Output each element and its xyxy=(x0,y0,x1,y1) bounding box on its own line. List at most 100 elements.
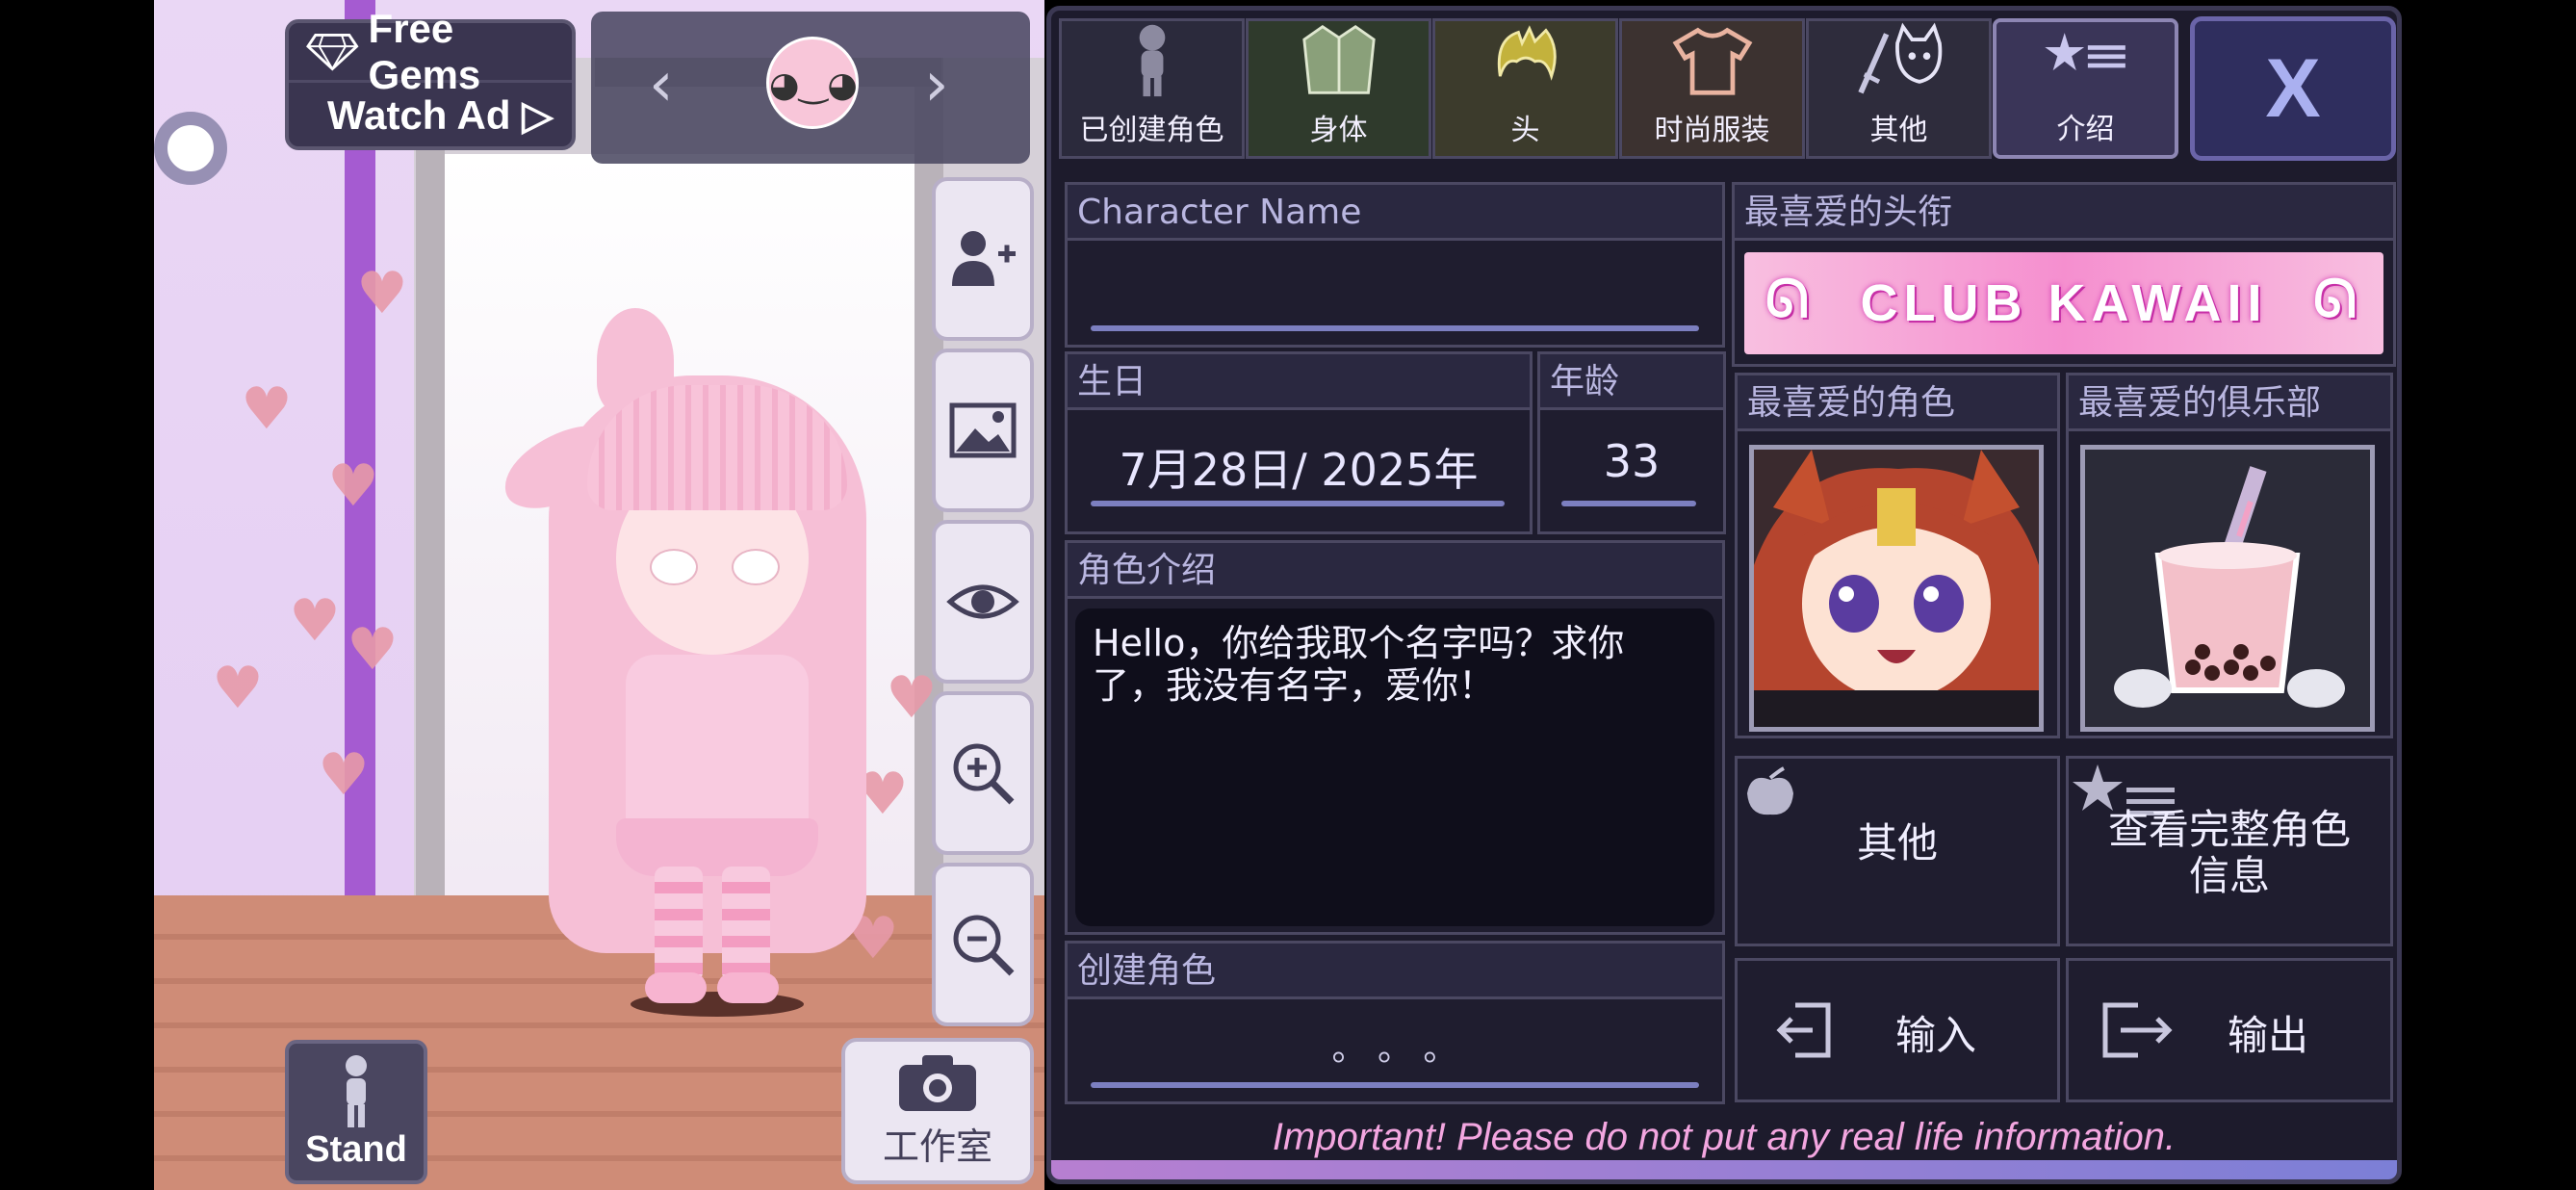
other-label: 其他 xyxy=(1856,819,1938,867)
export-button[interactable]: 输出 xyxy=(2066,958,2393,1102)
tab-other[interactable]: 其他 xyxy=(1806,18,1992,159)
tab-fashion[interactable]: 时尚服装 xyxy=(1619,18,1805,159)
free-gems-label: Free Gems xyxy=(368,5,481,97)
privacy-warning: Important! Please do not put any real li… xyxy=(1272,1116,2177,1158)
input-underline xyxy=(1561,501,1696,506)
age-value[interactable]: 33 xyxy=(1540,435,1723,487)
club-kawaii-banner[interactable]: ᘏ CLUB KAWAII ᘏ xyxy=(1744,252,2383,354)
tab-label: 身体 xyxy=(1309,114,1368,147)
full-info-label: 查看完整角色信息 xyxy=(2107,806,2351,899)
other-button[interactable]: 其他 xyxy=(1735,756,2060,946)
full-info-button[interactable]: 查看完整角色信息 xyxy=(2066,756,2393,946)
character-name-input[interactable] xyxy=(1068,252,1722,310)
favorite-character-label: 最喜爱的角色 xyxy=(1738,375,2057,431)
favorite-club-label: 最喜爱的俱乐部 xyxy=(2069,375,2390,431)
favorite-club-section: 最喜爱的俱乐部 xyxy=(2066,373,2393,738)
hair-icon xyxy=(1497,25,1557,81)
age-label: 年龄 xyxy=(1540,354,1723,410)
character-shoe-left xyxy=(645,972,707,1003)
input-underline xyxy=(1091,1082,1699,1088)
birthday-value[interactable]: 7月28日/ 2025年 xyxy=(1068,435,1530,499)
current-character-avatar[interactable]: ◕‿◕ xyxy=(766,37,859,129)
favorite-character-portrait[interactable] xyxy=(1749,445,2044,732)
sword-cat-icon xyxy=(1857,22,1942,94)
heart-decoration: ♥ xyxy=(241,375,293,443)
zoom-in-button[interactable] xyxy=(932,691,1034,855)
character-eye-left xyxy=(650,549,698,585)
stand-pose-button[interactable]: Stand xyxy=(285,1040,427,1184)
bunny-icon: ᘏ xyxy=(2313,271,2362,328)
stand-label: Stand xyxy=(305,1129,407,1170)
heart-decoration: ♥ xyxy=(327,453,379,520)
background-button[interactable] xyxy=(932,349,1034,512)
birthday-label: 生日 xyxy=(1068,354,1530,410)
fox-girl-portrait-image xyxy=(1754,450,2039,727)
created-section: 创建角色 。 。 。 xyxy=(1065,941,1725,1104)
add-character-button[interactable] xyxy=(932,177,1034,341)
character-scene: ♥ ♥ ♥ ♥ ♥ ♥ ♥ ♥ ♥ ♥ ♥ ♥ xyxy=(154,0,1044,1190)
heart-decoration: ♥ xyxy=(347,616,399,684)
export-label: 输出 xyxy=(2227,1012,2308,1059)
bio-label: 角色介绍 xyxy=(1068,543,1722,599)
studio-label: 工作室 xyxy=(882,1125,992,1168)
tab-bar: 已创建角色 身体 头 时尚服装 其他 介绍 xyxy=(1059,18,2179,159)
previous-character-arrow-icon[interactable]: ‹ xyxy=(649,46,674,123)
tab-label: 头 xyxy=(1510,114,1540,147)
bubble-tea-icon xyxy=(2085,450,2370,727)
tab-label: 时尚服装 xyxy=(1654,114,1770,147)
tab-saved-characters[interactable]: 已创建角色 xyxy=(1059,18,1245,159)
tab-profile[interactable]: 介绍 xyxy=(1993,18,2178,159)
character-leg-right xyxy=(722,867,770,982)
close-icon: X xyxy=(2265,41,2321,135)
tab-label: 其他 xyxy=(1869,114,1928,147)
watch-ad-row[interactable]: Watch Ad ▷ xyxy=(289,83,572,146)
toggle-visibility-button[interactable] xyxy=(932,520,1034,684)
bio-section: 角色介绍 Hello，你给我取个名字吗？求你了，我没有名字，爱你！ xyxy=(1065,540,1725,935)
add-person-icon xyxy=(952,231,1016,286)
tab-head[interactable]: 头 xyxy=(1432,18,1618,159)
bio-textarea[interactable]: Hello，你给我取个名字吗？求你了，我没有名字，爱你！ xyxy=(1075,608,1714,926)
close-button[interactable]: X xyxy=(2190,16,2396,161)
profile-panel: 已创建角色 身体 头 时尚服装 其他 介绍 X Character Name 生… xyxy=(1046,6,2402,1184)
eye-icon xyxy=(946,584,1019,619)
age-section: 年龄 33 xyxy=(1537,351,1726,534)
zoom-in-icon xyxy=(953,743,1015,805)
pose-figure-icon xyxy=(346,1055,367,1127)
heart-decoration: ♥ xyxy=(356,260,408,327)
favorite-character-section: 最喜爱的角色 xyxy=(1735,373,2060,738)
character-leg-left xyxy=(655,867,703,982)
character-skirt xyxy=(616,818,818,876)
image-icon xyxy=(949,402,1017,458)
input-underline xyxy=(1091,325,1699,331)
character-name-section: Character Name xyxy=(1065,182,1725,348)
camera-icon xyxy=(899,1054,976,1111)
heart-decoration: ♥ xyxy=(289,587,341,655)
door-frame-left xyxy=(416,144,445,944)
tab-label: 已创建角色 xyxy=(1079,114,1224,147)
tab-label: 介绍 xyxy=(2056,113,2115,146)
character-avatar[interactable] xyxy=(492,308,914,1021)
letterbox-right xyxy=(2422,0,2576,1190)
character-shoe-right xyxy=(717,972,779,1003)
panel-bottom-strip xyxy=(1051,1160,2397,1179)
import-label: 输入 xyxy=(1894,1012,1976,1059)
record-button[interactable] xyxy=(154,112,227,185)
tab-body[interactable]: 身体 xyxy=(1246,18,1431,159)
jacket-icon xyxy=(1301,24,1376,94)
favorite-club-image[interactable] xyxy=(2080,445,2375,732)
input-underline xyxy=(1091,501,1505,506)
next-character-arrow-icon[interactable]: › xyxy=(924,46,949,123)
free-gems-row[interactable]: Free Gems xyxy=(289,6,572,97)
character-eye-right xyxy=(732,549,780,585)
star-list-icon xyxy=(2044,33,2125,71)
created-value[interactable]: 。 。 。 xyxy=(1068,1021,1722,1071)
banner-text: CLUB KAWAII xyxy=(1860,274,2268,332)
character-silhouette-icon xyxy=(1139,24,1165,97)
import-button[interactable]: 输入 xyxy=(1735,958,2060,1102)
zoom-out-button[interactable] xyxy=(932,863,1034,1026)
letterbox-left xyxy=(0,0,154,1190)
free-gems-widget[interactable]: Free Gems Watch Ad ▷ xyxy=(285,6,576,150)
character-name-label: Character Name xyxy=(1068,185,1722,241)
watch-ad-label: Watch Ad ▷ xyxy=(327,91,554,138)
studio-button[interactable]: 工作室 xyxy=(841,1038,1034,1184)
